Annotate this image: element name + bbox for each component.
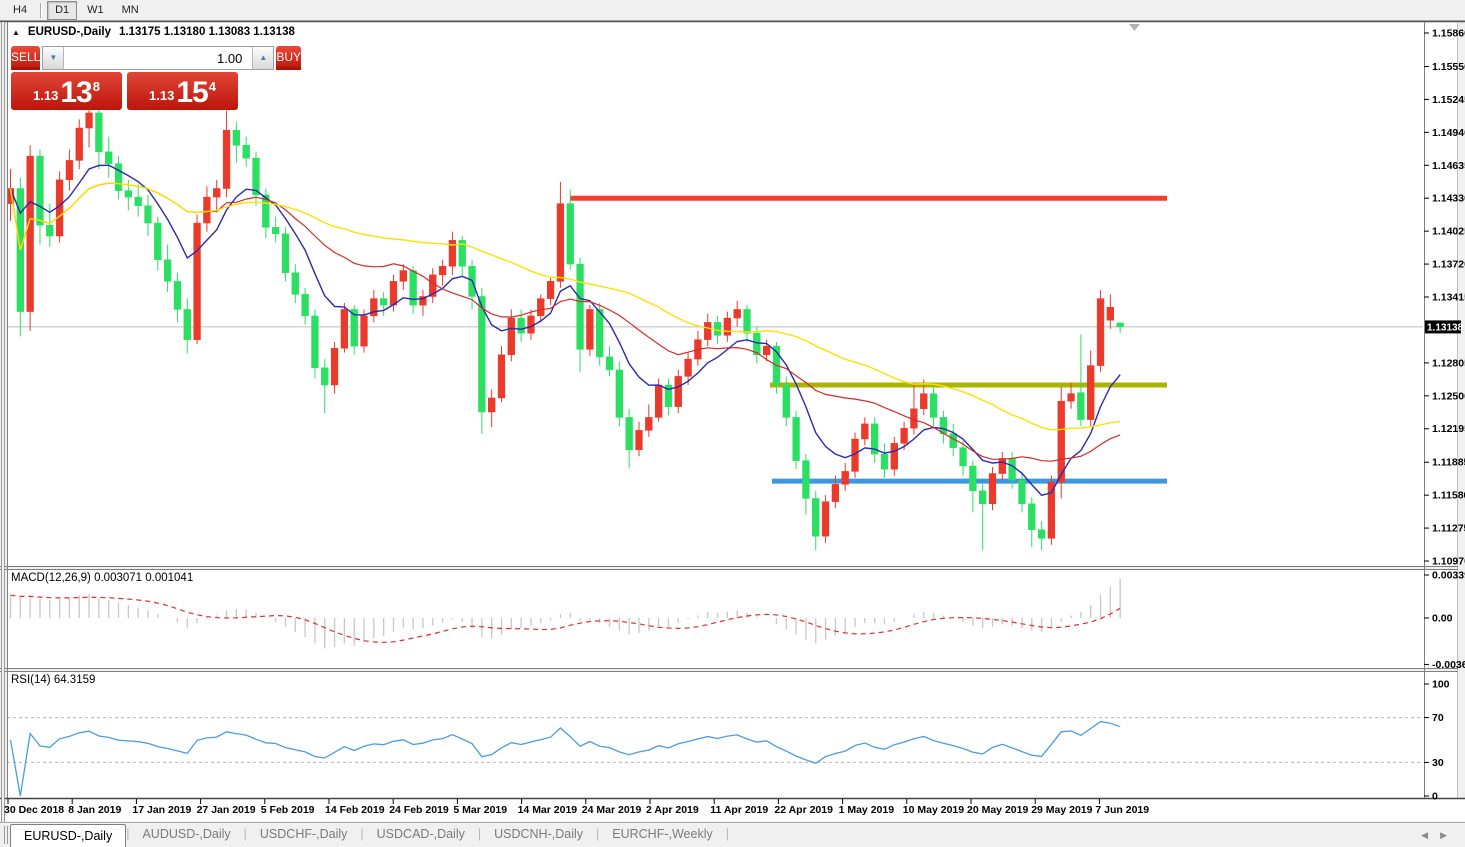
date-axis-label: 8 Jan 2019 (68, 804, 121, 816)
svg-text:1.15860: 1.15860 (1432, 28, 1465, 40)
date-axis-label: 30 Dec 2018 (4, 804, 64, 816)
sell-price-prefix: 1.13 (33, 85, 58, 107)
buy-price-pip: 4 (209, 79, 216, 94)
date-axis-label: 24 Mar 2019 (582, 804, 642, 816)
tab-eurusd-daily[interactable]: EURUSD-,Daily (10, 824, 126, 847)
sell-price-pip: 8 (93, 79, 100, 94)
svg-text:1.10970: 1.10970 (1432, 556, 1465, 568)
date-axis-label: 5 Mar 2019 (453, 804, 507, 816)
date-axis-label: 10 May 2019 (903, 804, 964, 816)
date-axis-label: 1 May 2019 (839, 804, 894, 816)
svg-text:100: 100 (1432, 679, 1450, 691)
chart-symbol-title: EURUSD-,Daily (28, 26, 111, 38)
svg-text:1.12195: 1.12195 (1432, 423, 1465, 435)
buy-price-prefix: 1.13 (149, 85, 174, 107)
svg-text:1.14635: 1.14635 (1432, 160, 1465, 172)
symbol-tabbar: EURUSD-,Daily|AUDUSD-,Daily|USDCHF-,Dail… (0, 822, 1465, 847)
volume-decrease-icon[interactable]: ▼ (43, 47, 64, 69)
sell-price-big: 13 (60, 79, 91, 107)
date-axis-label: 24 Feb 2019 (389, 804, 449, 816)
svg-text:1.11885: 1.11885 (1432, 457, 1465, 469)
svg-text:1.12500: 1.12500 (1432, 390, 1465, 402)
svg-text:0.00: 0.00 (1432, 613, 1453, 625)
sell-button[interactable]: SELL (11, 46, 40, 70)
rsi-indicator-label: RSI(14) 64.3159 (11, 674, 95, 686)
svg-text:1.13138: 1.13138 (1427, 322, 1464, 333)
tabs-scroll-right-icon[interactable]: ▶ (1440, 830, 1459, 840)
svg-text:1.13415: 1.13415 (1432, 292, 1465, 304)
svg-text:1.14330: 1.14330 (1432, 193, 1465, 205)
svg-text:-0.003664: -0.003664 (1432, 659, 1465, 671)
price-chart-canvas[interactable]: 1.15860 1.15550 1.15245 1.14940 1.14635 1.143… (0, 0, 1465, 822)
svg-text:1.14025: 1.14025 (1432, 226, 1465, 238)
volume-stepper: ▼ ▲ (42, 46, 274, 70)
tab-usdcnh-daily[interactable]: USDCNH-,Daily (481, 823, 596, 847)
date-axis-label: 14 Feb 2019 (325, 804, 385, 816)
window-left-edge (1, 22, 5, 822)
date-axis-label: 7 Jun 2019 (1095, 804, 1149, 816)
trading-terminal: { "toolbar": { "timeframes": ["H4", "D1"… (0, 0, 1465, 847)
tab-usdchf-daily[interactable]: USDCHF-,Daily (247, 823, 361, 847)
chart-header: ▲ EURUSD-,Daily 1.13175 1.13180 1.13083 … (12, 26, 295, 38)
date-axis-label: 22 Apr 2019 (774, 804, 833, 816)
tab-separator: | (726, 823, 729, 847)
date-axis-label: 2 Apr 2019 (646, 804, 699, 816)
svg-text:1.11275: 1.11275 (1432, 523, 1465, 535)
svg-text:70: 70 (1432, 712, 1444, 724)
macd-indicator-label: MACD(12,26,9) 0.003071 0.001041 (11, 572, 193, 584)
tabbar-splitter-handle[interactable] (4, 826, 8, 844)
volume-increase-icon[interactable]: ▲ (252, 47, 273, 69)
date-axis-label: 20 May 2019 (967, 804, 1028, 816)
tabs-scroll-left-icon[interactable]: ◀ (1421, 830, 1440, 840)
date-axis-label: 27 Jan 2019 (197, 804, 256, 816)
one-click-trade-panel: SELL ▼ ▲ BUY 1.13 13 8 1.13 15 4 (11, 46, 238, 110)
svg-text:1.14940: 1.14940 (1432, 127, 1465, 139)
chart-ohlc-readout: 1.13175 1.13180 1.13083 1.13138 (119, 26, 295, 38)
date-axis-label: 5 Feb 2019 (261, 804, 315, 816)
buy-price-big: 15 (176, 79, 207, 107)
date-axis: 30 Dec 2018 8 Jan 2019 17 Jan 2019 27 Jan 2… (0, 801, 1465, 821)
buy-price-box[interactable]: 1.13 15 4 (127, 72, 238, 110)
svg-text:1.13720: 1.13720 (1432, 259, 1465, 271)
volume-input[interactable] (64, 47, 252, 69)
svg-text:1.15550: 1.15550 (1432, 61, 1465, 73)
svg-text:0.003392: 0.003392 (1432, 569, 1465, 581)
tab-audusd-daily[interactable]: AUDUSD-,Daily (129, 823, 243, 847)
date-axis-label: 11 Apr 2019 (710, 804, 768, 816)
svg-text:1.15245: 1.15245 (1432, 94, 1465, 106)
collapse-panel-icon[interactable]: ▲ (12, 28, 20, 37)
date-axis-label: 17 Jan 2019 (132, 804, 191, 816)
date-axis-label: 29 May 2019 (1031, 804, 1092, 816)
sell-price-box[interactable]: 1.13 13 8 (11, 72, 122, 110)
tab-usdcad-daily[interactable]: USDCAD-,Daily (364, 823, 478, 847)
buy-button[interactable]: BUY (276, 46, 301, 70)
svg-text:1.11580: 1.11580 (1432, 490, 1465, 502)
tab-eurchf-weekly[interactable]: EURCHF-,Weekly (599, 823, 725, 847)
svg-text:1.12805: 1.12805 (1432, 357, 1465, 369)
date-axis-label: 14 Mar 2019 (518, 804, 578, 816)
svg-text:30: 30 (1432, 757, 1444, 769)
